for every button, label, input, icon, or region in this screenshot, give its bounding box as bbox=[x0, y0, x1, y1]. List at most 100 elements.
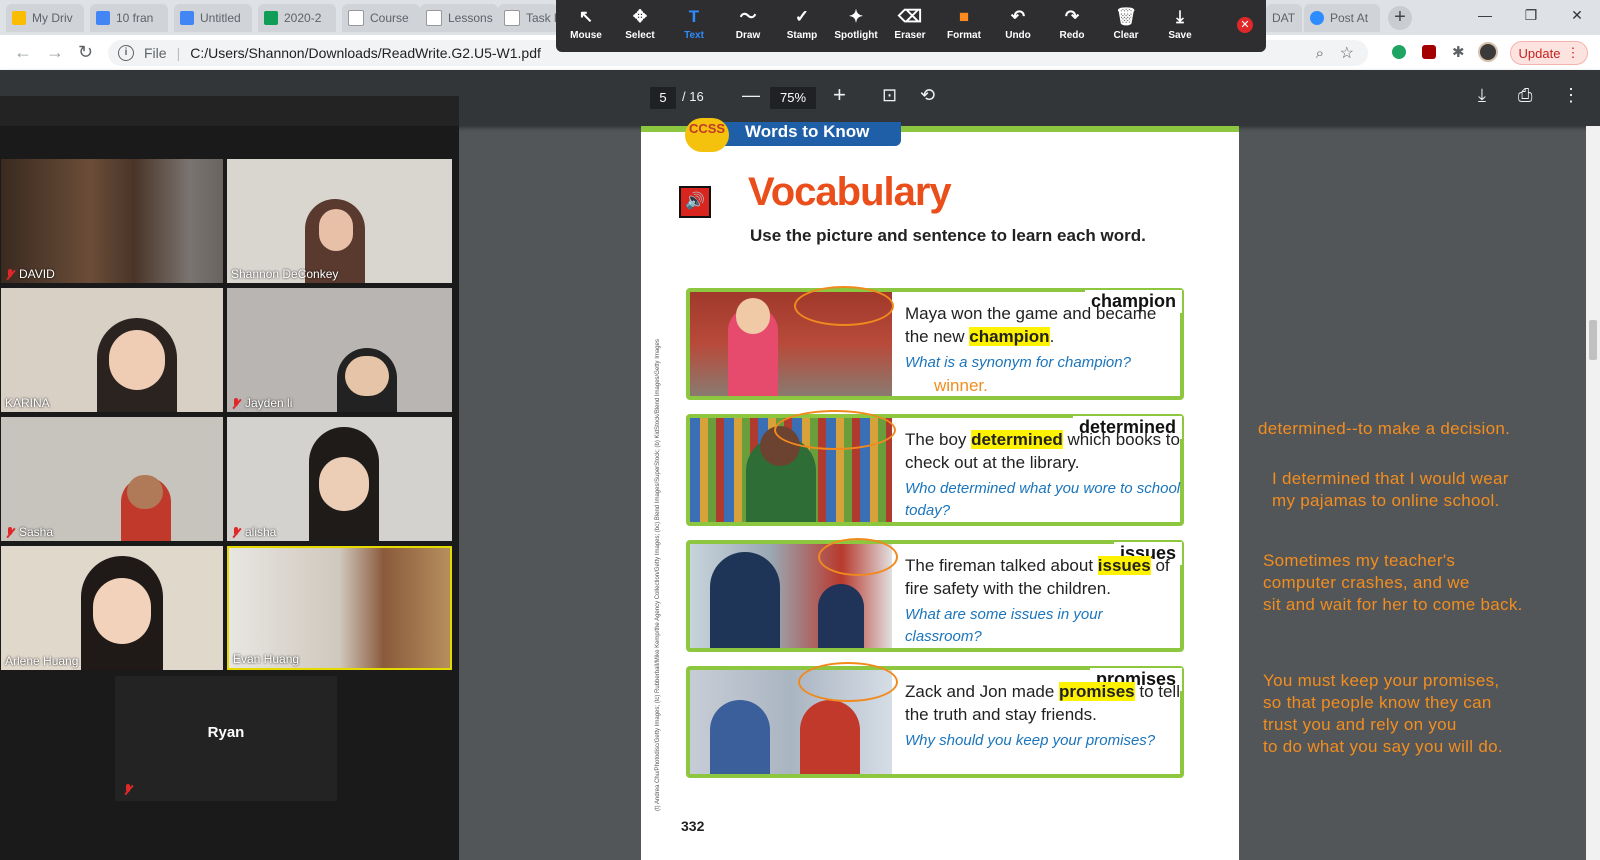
new-tab-button[interactable]: + bbox=[1388, 6, 1412, 30]
page-number-input[interactable]: 5 bbox=[650, 87, 676, 109]
tab-label: 10 fran bbox=[116, 11, 154, 25]
annotate-tool-eraser[interactable]: ⌫ Eraser bbox=[886, 4, 934, 48]
download-icon[interactable]: ⤓ bbox=[1478, 85, 1486, 106]
undo-icon: ↶ bbox=[1010, 7, 1026, 26]
person-silhouette bbox=[710, 700, 770, 774]
docs-icon bbox=[180, 11, 194, 25]
participant-name: Arlene Huang bbox=[5, 654, 79, 668]
participant-name: Ryan bbox=[207, 724, 245, 741]
vocab-question: Why should you keep your promises? bbox=[905, 732, 1156, 749]
draw-icon: 〜 bbox=[739, 7, 757, 26]
participant-tile[interactable]: alisha bbox=[227, 417, 452, 541]
person-silhouette bbox=[818, 584, 864, 648]
face bbox=[127, 475, 163, 509]
vocab-card: champion Maya won the game and became th… bbox=[686, 286, 1184, 400]
participant-tile[interactable]: Arlene Huang bbox=[1, 546, 223, 670]
extension-green-icon[interactable] bbox=[1392, 45, 1406, 59]
page-number: 332 bbox=[681, 818, 705, 834]
video-feed bbox=[229, 548, 450, 668]
tool-label: Select bbox=[625, 30, 655, 41]
annotate-tool-format[interactable]: ■ Format bbox=[940, 4, 988, 48]
extensions-puzzle-icon[interactable]: ✱ bbox=[1452, 43, 1465, 61]
fit-page-icon[interactable]: ⊡ bbox=[882, 85, 897, 106]
participant-tile[interactable]: Jayden li bbox=[227, 288, 452, 412]
annotate-tool-redo[interactable]: ↷ Redo bbox=[1048, 4, 1096, 48]
audio-only-tile[interactable]: Ryan bbox=[115, 676, 337, 801]
face bbox=[109, 330, 165, 390]
annotation-text[interactable]: You must keep your promises, so that peo… bbox=[1263, 670, 1503, 758]
tab-label: 2020-2 bbox=[284, 11, 322, 25]
zoom-search-icon[interactable]: ⌕ bbox=[1316, 45, 1324, 62]
save-icon: ⤓ bbox=[1176, 7, 1184, 26]
annotate-tool-select[interactable]: ✥ Select bbox=[616, 4, 664, 48]
annotate-tool-mouse[interactable]: ↖ Mouse bbox=[562, 4, 610, 48]
zoom-out-button[interactable]: — bbox=[742, 85, 760, 106]
tool-label: Text bbox=[684, 30, 704, 41]
participant-tile-active-speaker[interactable]: Evan Huang bbox=[227, 546, 452, 670]
face bbox=[319, 457, 369, 511]
orange-circle-annotation bbox=[774, 410, 896, 450]
tab-label: My Driv bbox=[32, 11, 73, 25]
close-window-button[interactable]: ✕ bbox=[1554, 0, 1600, 30]
browser-tab[interactable]: Untitled bbox=[174, 4, 252, 32]
zoom-level-input[interactable]: 75% bbox=[770, 87, 816, 109]
profile-avatar[interactable] bbox=[1478, 42, 1498, 62]
zoom-in-button[interactable]: + bbox=[833, 82, 846, 108]
maximize-button[interactable]: ❐ bbox=[1508, 0, 1554, 30]
participant-tile[interactable]: DAVID bbox=[1, 159, 223, 283]
tab-label: Task l bbox=[526, 11, 557, 25]
annotation-text[interactable]: determined--to make a decision. bbox=[1258, 418, 1510, 440]
chrome-update-button[interactable]: Update ⋮ bbox=[1510, 41, 1588, 65]
rotate-icon[interactable]: ⟲ bbox=[920, 85, 935, 106]
face bbox=[319, 209, 353, 251]
browser-tab[interactable]: Course bbox=[342, 4, 420, 32]
page-icon bbox=[426, 10, 442, 26]
annotation-toolbar: ↖ Mouse ✥ Select T Text 〜 Draw ✓ Stamp ✦ Spotlight ⌫… bbox=[556, 0, 1266, 52]
browser-tab[interactable]: Task l bbox=[498, 4, 558, 32]
annotate-tool-stamp[interactable]: ✓ Stamp bbox=[778, 4, 826, 48]
browser-tab[interactable]: 10 fran bbox=[90, 4, 168, 32]
annotation-text[interactable]: I determined that I would wear my pajama… bbox=[1272, 468, 1509, 512]
annotate-tool-draw[interactable]: 〜 Draw bbox=[724, 4, 772, 48]
browser-tab[interactable]: My Driv bbox=[6, 4, 84, 32]
clear-icon: 🗑 bbox=[1115, 7, 1137, 26]
annotate-tool-clear[interactable]: 🗑 Clear bbox=[1102, 4, 1150, 48]
browser-tab[interactable]: Post At bbox=[1304, 4, 1380, 32]
browser-tab[interactable]: DAT bbox=[1266, 4, 1302, 32]
print-icon[interactable]: ⎙ bbox=[1518, 85, 1532, 106]
back-icon[interactable]: ← bbox=[14, 42, 32, 63]
orange-circle-annotation bbox=[798, 662, 898, 702]
video-feed bbox=[1, 159, 223, 283]
minimize-button[interactable]: — bbox=[1462, 0, 1508, 30]
select-icon: ✥ bbox=[632, 7, 648, 26]
participant-tile[interactable]: Shannon DeConkey bbox=[227, 159, 452, 283]
vocab-sentence: The boy determined which books to check … bbox=[905, 430, 1180, 472]
page-total: / 16 bbox=[682, 89, 704, 104]
tab-label: Post At bbox=[1330, 11, 1369, 25]
text-icon: T bbox=[688, 7, 700, 26]
more-options-icon[interactable]: ⋮ bbox=[1562, 85, 1580, 106]
info-icon[interactable]: i bbox=[118, 45, 134, 61]
extension-red-icon[interactable] bbox=[1422, 45, 1436, 59]
participant-name: alisha bbox=[231, 525, 276, 539]
annotate-tool-save[interactable]: ⤓ Save bbox=[1156, 4, 1204, 48]
participant-tile[interactable]: KARINA bbox=[1, 288, 223, 412]
browser-tab[interactable]: Lessons bbox=[420, 4, 498, 32]
browser-tab[interactable]: 2020-2 bbox=[258, 4, 336, 32]
annotate-tool-spotlight[interactable]: ✦ Spotlight bbox=[832, 4, 880, 48]
bookmark-star-icon[interactable]: ☆ bbox=[1340, 43, 1354, 63]
vocab-sentence: Maya won the game and became the new cha… bbox=[905, 304, 1157, 346]
annotation-text[interactable]: Sometimes my teacher's computer crashes,… bbox=[1263, 550, 1523, 616]
annotate-tool-undo[interactable]: ↶ Undo bbox=[994, 4, 1042, 48]
audio-speaker-icon[interactable]: 🔊 bbox=[679, 186, 711, 218]
annotate-close-button[interactable]: ✕ bbox=[1237, 17, 1253, 33]
reload-icon[interactable]: ↻ bbox=[78, 42, 93, 63]
eraser-icon: ⌫ bbox=[897, 7, 923, 26]
annotate-tool-text[interactable]: T Text bbox=[670, 4, 718, 48]
pdf-scrollbar[interactable] bbox=[1586, 126, 1600, 860]
tab-label: Untitled bbox=[200, 11, 241, 25]
participant-tile[interactable]: Sasha bbox=[1, 417, 223, 541]
scrollbar-thumb[interactable] bbox=[1589, 320, 1597, 360]
participant-name: Jayden li bbox=[231, 396, 292, 410]
forward-icon[interactable]: → bbox=[46, 42, 64, 63]
